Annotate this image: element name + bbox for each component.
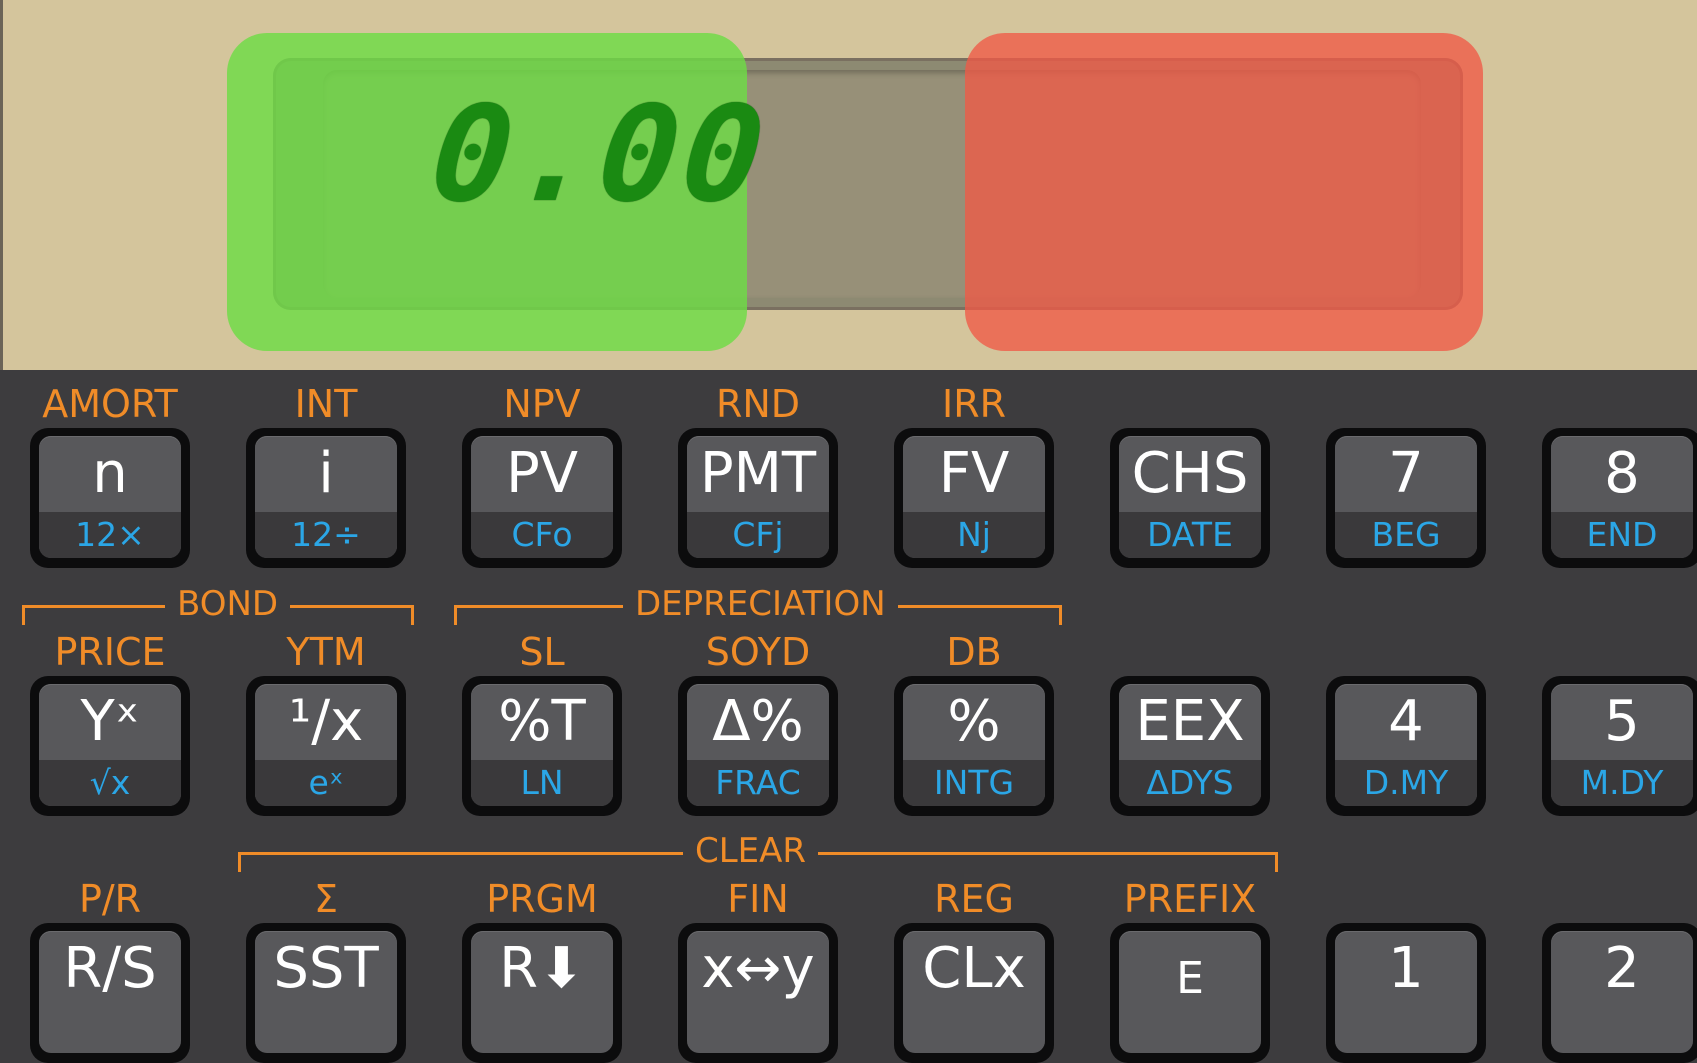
key-delta-percent[interactable]: Δ% FRAC [678, 676, 838, 816]
key-2-label: 2 [1604, 936, 1640, 1001]
key-reciprocal-label: ¹/x [288, 689, 364, 754]
key-eex[interactable]: EEX ΔDYS [1110, 676, 1270, 816]
label-reg: REG [934, 877, 1014, 921]
key-pv-label: PV [505, 441, 579, 506]
key-fv-secondary: Nj [903, 512, 1045, 558]
red-highlight-overlay [965, 33, 1483, 351]
key-x-swap-y[interactable]: x↔y [678, 923, 838, 1063]
key-fv[interactable]: FV Nj [894, 428, 1054, 568]
label-sigma: Σ [313, 877, 338, 921]
key-8-label: 8 [1604, 441, 1640, 506]
key-percent[interactable]: % INTG [894, 676, 1054, 816]
label-ytm: YTM [286, 630, 366, 674]
key-percent-total-label: %T [498, 689, 586, 754]
key-y-power-x-secondary: √x [39, 760, 181, 806]
key-clx[interactable]: CLx [894, 923, 1054, 1063]
key-n-label: n [92, 441, 128, 506]
display-panel: 0.00 [0, 0, 1697, 370]
key-1[interactable]: 1 [1326, 923, 1486, 1063]
key-f-label: E [1176, 953, 1204, 1004]
key-i-label: i [318, 441, 334, 506]
key-chs-label: CHS [1131, 441, 1249, 506]
depreciation-bracket-label: DEPRECIATION [623, 584, 898, 624]
label-soyd: SOYD [705, 630, 811, 674]
key-n[interactable]: n 12× [30, 428, 190, 568]
key-7-label: 7 [1388, 441, 1424, 506]
key-r-s-label: R/S [63, 936, 157, 1001]
key-delta-percent-label: Δ% [712, 689, 804, 754]
key-y-power-x[interactable]: Yˣ √x [30, 676, 190, 816]
key-1-label: 1 [1388, 936, 1424, 1001]
key-roll-down-label: R⬇ [499, 936, 585, 1001]
bond-bracket-label: BOND [165, 584, 291, 624]
label-db: DB [946, 630, 1002, 674]
key-8[interactable]: 8 END [1542, 428, 1697, 568]
key-eex-label: EEX [1135, 689, 1245, 754]
label-price: PRICE [54, 630, 166, 674]
key-pv[interactable]: PV CFo [462, 428, 622, 568]
key-percent-total-secondary: LN [471, 760, 613, 806]
clear-bracket-label: CLEAR [683, 831, 819, 871]
key-5[interactable]: 5 M.DY [1542, 676, 1697, 816]
label-npv: NPV [503, 382, 581, 426]
label-p-r: P/R [78, 877, 142, 921]
key-clx-label: CLx [922, 936, 1026, 1001]
label-prefix: PREFIX [1123, 877, 1257, 921]
key-reciprocal-secondary: eˣ [255, 760, 397, 806]
depreciation-bracket: DEPRECIATION [454, 584, 1062, 625]
key-pmt[interactable]: PMT CFj [678, 428, 838, 568]
key-pmt-secondary: CFj [687, 512, 829, 558]
key-sst[interactable]: SST [246, 923, 406, 1063]
label-sl: SL [519, 630, 565, 674]
key-4[interactable]: 4 D.MY [1326, 676, 1486, 816]
key-n-secondary: 12× [39, 512, 181, 558]
key-delta-percent-secondary: FRAC [687, 760, 829, 806]
label-rnd: RND [715, 382, 801, 426]
label-prgm: PRGM [486, 877, 598, 921]
label-int: INT [294, 382, 358, 426]
bond-bracket: BOND [22, 584, 414, 625]
key-pv-secondary: CFo [471, 512, 613, 558]
key-sst-label: SST [273, 936, 379, 1001]
key-7-secondary: BEG [1335, 512, 1477, 558]
key-x-swap-y-label: x↔y [701, 936, 815, 1001]
key-5-secondary: M.DY [1551, 760, 1693, 806]
key-4-label: 4 [1388, 689, 1424, 754]
key-7[interactable]: 7 BEG [1326, 428, 1486, 568]
key-chs[interactable]: CHS DATE [1110, 428, 1270, 568]
key-pmt-label: PMT [699, 441, 817, 506]
key-r-s[interactable]: R/S [30, 923, 190, 1063]
label-fin: FIN [727, 877, 789, 921]
key-eex-secondary: ΔDYS [1119, 760, 1261, 806]
key-y-power-x-label: Yˣ [80, 689, 140, 754]
key-i[interactable]: i 12÷ [246, 428, 406, 568]
key-5-label: 5 [1604, 689, 1640, 754]
key-f[interactable]: E [1110, 923, 1270, 1063]
label-amort: AMORT [42, 382, 178, 426]
key-percent-label: % [947, 689, 1001, 754]
key-roll-down[interactable]: R⬇ [462, 923, 622, 1063]
key-reciprocal[interactable]: ¹/x eˣ [246, 676, 406, 816]
key-8-secondary: END [1551, 512, 1693, 558]
clear-bracket: CLEAR [238, 831, 1278, 872]
lcd-display-value: 0.00 [424, 78, 775, 232]
key-percent-secondary: INTG [903, 760, 1045, 806]
key-2[interactable]: 2 [1542, 923, 1697, 1063]
key-percent-total[interactable]: %T LN [462, 676, 622, 816]
key-4-secondary: D.MY [1335, 760, 1477, 806]
key-fv-label: FV [938, 441, 1010, 506]
key-chs-secondary: DATE [1119, 512, 1261, 558]
label-irr: IRR [941, 382, 1006, 426]
key-i-secondary: 12÷ [255, 512, 397, 558]
